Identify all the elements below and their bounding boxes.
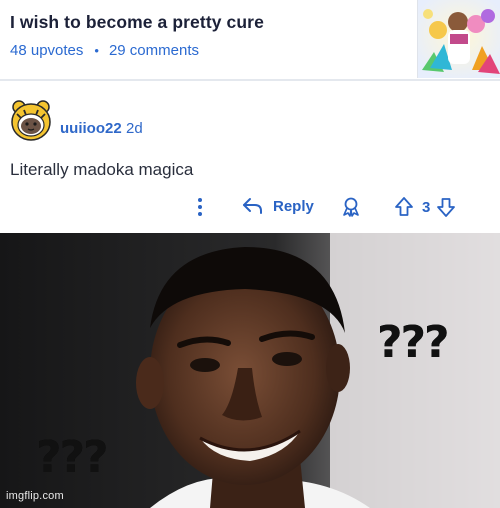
meta-separator: • bbox=[94, 43, 99, 58]
post-meta: 48 upvotes • 29 comments bbox=[10, 42, 199, 59]
comment-body: Literally madoka magica bbox=[10, 160, 194, 179]
upvote-count: 48 upvotes bbox=[10, 42, 84, 59]
post-title[interactable]: I wish to become a pretty cure bbox=[10, 12, 264, 33]
award-icon bbox=[343, 197, 359, 217]
upvote-arrow-icon[interactable] bbox=[394, 196, 414, 218]
more-options-button[interactable] bbox=[195, 196, 205, 218]
comment: uuiioo22 2d Literally madoka magica Repl… bbox=[0, 81, 500, 233]
caption-right: ??? bbox=[377, 317, 450, 368]
comment-username[interactable]: uuiioo22 bbox=[60, 120, 122, 137]
more-vertical-icon bbox=[198, 198, 202, 216]
post-thumbnail-art bbox=[418, 0, 500, 78]
post-header[interactable]: I wish to become a pretty cure 48 upvote… bbox=[0, 0, 500, 80]
watermark: imgflip.com bbox=[6, 490, 64, 502]
vote-count: 3 bbox=[422, 198, 431, 216]
award-button[interactable] bbox=[340, 197, 362, 217]
comment-actions: Reply 3 bbox=[0, 194, 500, 222]
reply-button[interactable]: Reply bbox=[242, 196, 314, 216]
reply-label: Reply bbox=[273, 197, 314, 215]
comment-age: 2d bbox=[126, 120, 143, 137]
post-thumbnail[interactable] bbox=[417, 0, 500, 78]
avatar-image bbox=[11, 100, 51, 141]
meme-image: ??? ??? imgflip.com bbox=[0, 233, 500, 508]
reply-arrow-icon bbox=[243, 198, 262, 214]
downvote-arrow-icon[interactable] bbox=[436, 196, 456, 218]
comment-count[interactable]: 29 comments bbox=[109, 42, 199, 59]
avatar[interactable] bbox=[8, 96, 54, 142]
caption-left: ??? bbox=[36, 432, 109, 483]
vote-control: 3 bbox=[394, 196, 456, 218]
